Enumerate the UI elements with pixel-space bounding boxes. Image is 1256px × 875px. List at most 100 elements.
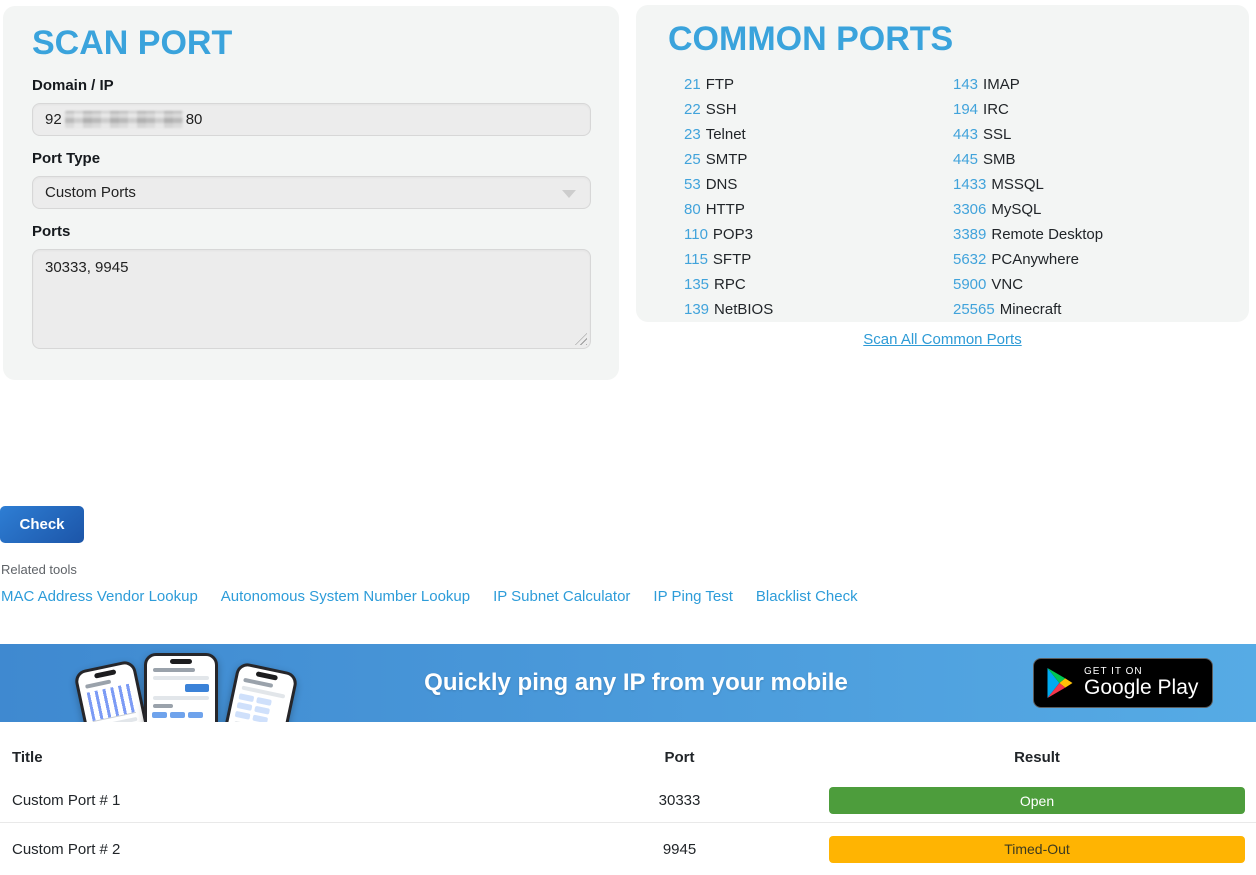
related-tool-link[interactable]: MAC Address Vendor Lookup bbox=[1, 588, 198, 605]
common-port-link[interactable]: 110 POP3 bbox=[684, 226, 753, 243]
results-row: Custom Port # 1 30333 Open bbox=[0, 779, 1256, 822]
common-ports-columns: 21FTP 22SSH 23Telnet 25SMTP 53 DNS bbox=[668, 72, 1249, 322]
common-port-link[interactable]: 3389Remote Desktop bbox=[953, 226, 1103, 243]
results-row: Custom Port # 2 9945 Timed-Out bbox=[0, 822, 1256, 875]
scan-port-title: SCAN PORT bbox=[32, 24, 591, 63]
scan-all-wrap: Scan All Common Ports bbox=[636, 331, 1249, 349]
common-ports-column-1: 21FTP 22SSH 23Telnet 25SMTP 53 DNS bbox=[684, 72, 953, 322]
common-port-link[interactable]: 21FTP bbox=[684, 76, 734, 93]
port-number: 194 bbox=[953, 101, 978, 118]
results-header-title: Title bbox=[0, 749, 617, 766]
common-port-item: 194IRC bbox=[953, 97, 1222, 122]
common-port-link[interactable]: 22SSH bbox=[684, 101, 737, 118]
common-port-item: 3306 MySQL bbox=[953, 197, 1222, 222]
phone-mockup-center bbox=[144, 653, 218, 722]
common-port-link[interactable]: 194IRC bbox=[953, 101, 1009, 118]
common-port-item: 25SMTP bbox=[684, 147, 953, 172]
related-tool-link[interactable]: Autonomous System Number Lookup bbox=[221, 588, 470, 605]
port-number: 1433 bbox=[953, 176, 986, 193]
result-title: Custom Port # 2 bbox=[0, 841, 617, 858]
common-port-link[interactable]: 143 IMAP bbox=[953, 76, 1020, 93]
port-name: DNS bbox=[706, 176, 738, 193]
ports-textarea[interactable]: 30333, 9945 bbox=[32, 249, 591, 349]
google-play-label: Google Play bbox=[1084, 677, 1198, 699]
port-number: 80 bbox=[684, 201, 701, 218]
common-port-link[interactable]: 115SFTP bbox=[684, 251, 751, 268]
result-status-badge: Timed-Out bbox=[829, 836, 1245, 863]
port-type-selected-value: Custom Ports bbox=[45, 184, 136, 201]
common-port-link[interactable]: 443 SSL bbox=[953, 126, 1011, 143]
port-number: 143 bbox=[953, 76, 978, 93]
port-type-select[interactable]: Custom Ports bbox=[32, 176, 591, 209]
common-port-item: 53 DNS bbox=[684, 172, 953, 197]
scan-port-panel: SCAN PORT Domain / IP 92 80 Port Type Cu… bbox=[3, 6, 619, 380]
related-tools-links: MAC Address Vendor Lookup Autonomous Sys… bbox=[1, 588, 858, 605]
common-port-link[interactable]: 5900VNC bbox=[953, 276, 1023, 293]
port-name: RPC bbox=[714, 276, 746, 293]
port-name: SSH bbox=[706, 101, 737, 118]
result-port: 9945 bbox=[617, 841, 742, 858]
port-number: 445 bbox=[953, 151, 978, 168]
related-tool-link[interactable]: Blacklist Check bbox=[756, 588, 858, 605]
port-name: SSL bbox=[983, 126, 1011, 143]
common-port-item: 25565Minecraft bbox=[953, 297, 1222, 322]
common-ports-column-2: 143 IMAP 194IRC 443 SSL 445 SMB 1433 MSSQL bbox=[953, 72, 1222, 322]
common-port-link[interactable]: 445 SMB bbox=[953, 151, 1016, 168]
common-port-link[interactable]: 1433 MSSQL bbox=[953, 176, 1044, 193]
common-port-link[interactable]: 25SMTP bbox=[684, 151, 747, 168]
domain-input[interactable]: 92 80 bbox=[32, 103, 591, 136]
google-play-badge[interactable]: GET IT ON Google Play bbox=[1033, 658, 1213, 708]
port-number: 5900 bbox=[953, 276, 986, 293]
common-port-item: 110 POP3 bbox=[684, 222, 953, 247]
common-port-link[interactable]: 135RPC bbox=[684, 276, 746, 293]
common-port-link[interactable]: 5632 PCAnywhere bbox=[953, 251, 1079, 268]
common-port-link[interactable]: 23Telnet bbox=[684, 126, 746, 143]
port-name: MSSQL bbox=[991, 176, 1044, 193]
result-port: 30333 bbox=[617, 792, 742, 809]
port-number: 5632 bbox=[953, 251, 986, 268]
port-number: 139 bbox=[684, 301, 709, 318]
resize-grip-icon[interactable] bbox=[575, 333, 587, 345]
banner-headline: Quickly ping any IP from your mobile bbox=[424, 669, 848, 697]
common-port-item: 115SFTP bbox=[684, 247, 953, 272]
common-port-item: 3389Remote Desktop bbox=[953, 222, 1222, 247]
port-number: 21 bbox=[684, 76, 701, 93]
port-name: HTTP bbox=[706, 201, 745, 218]
port-number: 443 bbox=[953, 126, 978, 143]
port-name: SMB bbox=[983, 151, 1016, 168]
result-title: Custom Port # 1 bbox=[0, 792, 617, 809]
port-name: Remote Desktop bbox=[991, 226, 1103, 243]
redacted-text-block bbox=[65, 111, 183, 128]
common-port-link[interactable]: 80 HTTP bbox=[684, 201, 745, 218]
common-port-link[interactable]: 139 NetBIOS bbox=[684, 301, 773, 318]
port-name: PCAnywhere bbox=[991, 251, 1079, 268]
port-number: 53 bbox=[684, 176, 701, 193]
scan-all-common-ports-link[interactable]: Scan All Common Ports bbox=[863, 331, 1021, 348]
results-header-row: Title Port Result bbox=[0, 735, 1256, 779]
chevron-down-icon bbox=[562, 190, 576, 198]
common-port-link[interactable]: 3306 MySQL bbox=[953, 201, 1041, 218]
port-name: Telnet bbox=[706, 126, 746, 143]
related-tool-link[interactable]: IP Ping Test bbox=[653, 588, 733, 605]
phone-mockups bbox=[88, 652, 340, 722]
result-status-badge: Open bbox=[829, 787, 1245, 814]
related-tool-link[interactable]: IP Subnet Calculator bbox=[493, 588, 630, 605]
port-number: 3306 bbox=[953, 201, 986, 218]
port-name: POP3 bbox=[713, 226, 753, 243]
port-name: IMAP bbox=[983, 76, 1020, 93]
common-port-item: 143 IMAP bbox=[953, 72, 1222, 97]
port-name: NetBIOS bbox=[714, 301, 773, 318]
results-rows: Custom Port # 1 30333 Open Custom Port #… bbox=[0, 779, 1256, 875]
common-port-item: 22SSH bbox=[684, 97, 953, 122]
port-name: MySQL bbox=[991, 201, 1041, 218]
common-port-link[interactable]: 25565Minecraft bbox=[953, 301, 1061, 318]
common-port-item: 5900VNC bbox=[953, 272, 1222, 297]
common-port-item: 23Telnet bbox=[684, 122, 953, 147]
check-button[interactable]: Check bbox=[0, 506, 84, 543]
common-port-item: 139 NetBIOS bbox=[684, 297, 953, 322]
common-port-link[interactable]: 53 DNS bbox=[684, 176, 737, 193]
port-number: 110 bbox=[684, 226, 708, 243]
results-header-result: Result bbox=[829, 749, 1245, 766]
google-play-icon bbox=[1047, 668, 1073, 698]
related-tools-heading: Related tools bbox=[1, 562, 77, 577]
